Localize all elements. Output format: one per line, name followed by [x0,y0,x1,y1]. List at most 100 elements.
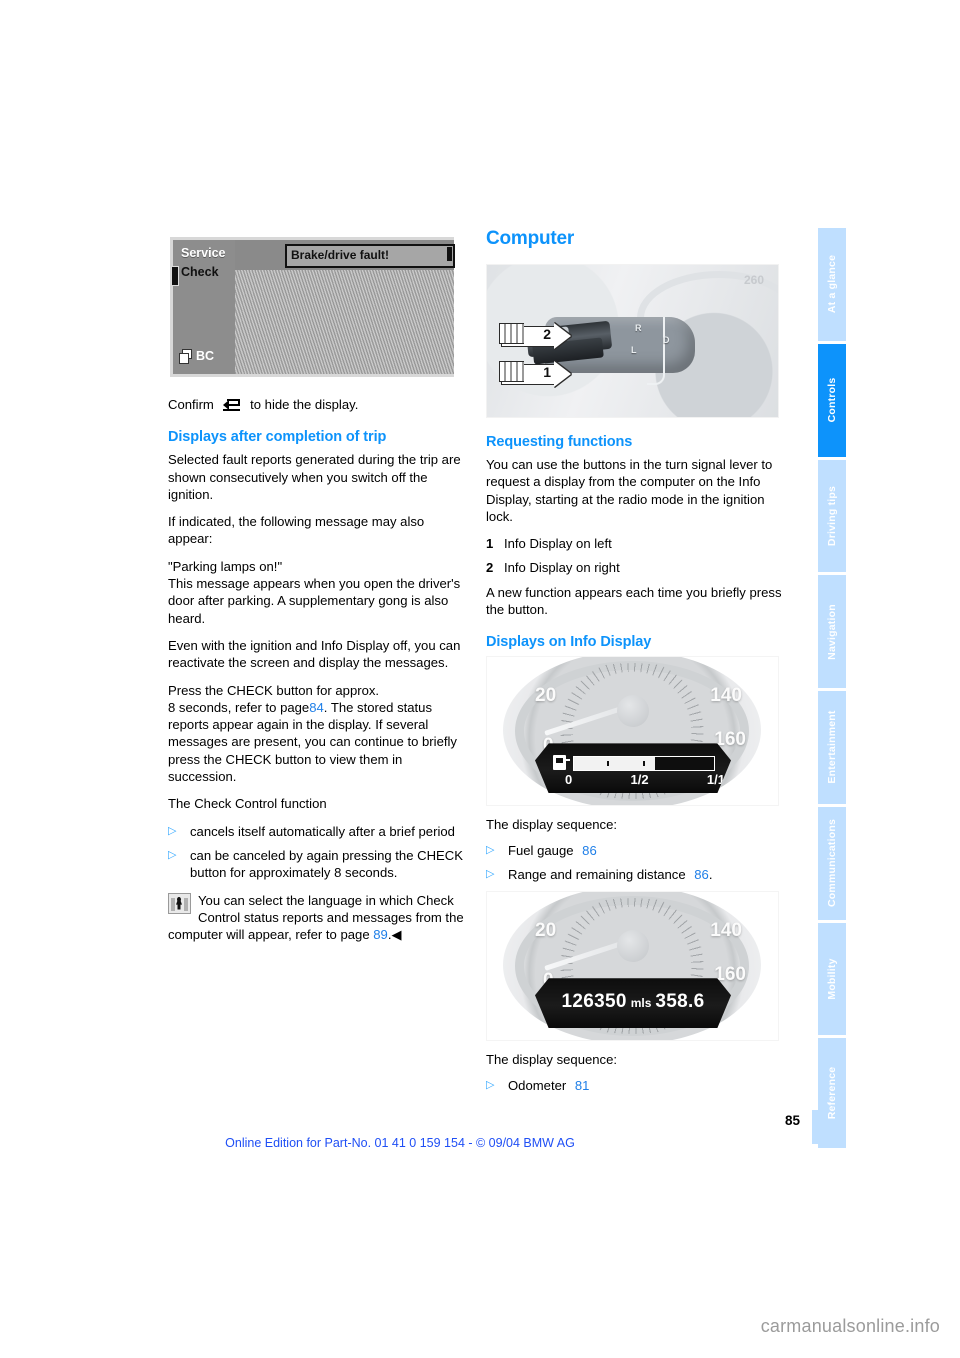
heading-requesting-functions: Requesting functions [486,434,633,450]
screen-service-label: Service [181,246,226,260]
sidebar-tab-label: Communications [826,819,838,908]
note-language-selection: You can select the language in which Che… [168,892,464,944]
screen-check-cursor [171,266,179,286]
paragraph-parking-lamps: "Parking lamps on!" This message appears… [168,558,461,626]
paragraph-press-check: Press the CHECK button for approx. 8 sec… [168,682,464,786]
press-check-line1: Press the CHECK button for approx. [168,682,380,698]
sidebar-tab-label: At a glance [826,255,838,314]
callout-1-label: 1 [543,364,551,380]
numbered-item-1: 1 Info Display on left [486,535,782,552]
page-title: Computer [486,228,575,249]
sequence-tail: . [708,866,713,882]
screen-message-box: Brake/drive fault! [285,244,455,268]
paragraph-new-function: A new function appears each time you bri… [486,584,782,618]
note-text: You can select the language in which Che… [168,892,464,943]
section-tab-rail: At a glance Controls Driving tips Naviga… [818,228,846,1149]
instrument-cluster-fuel: 20 0 140 160 0 1/2 [486,656,779,807]
screen-check-label: Check [181,265,219,279]
fuel-scale-half: 1/2 [630,772,649,788]
site-watermark: carmanualsonline.info [760,1316,940,1336]
paragraph-even-with-ignition: Even with the ignition and Info Display … [168,637,461,671]
sidebar-tab-label: Reference [826,1066,838,1120]
figure-odometer-cluster: 20 0 140 160 126350mls358.6 [486,891,782,1042]
sidebar-tab-driving-tips[interactable]: Driving tips [818,459,846,573]
sequence-label: Fuel gauge [508,842,574,858]
sidebar-tab-communications[interactable]: Communications [818,806,846,920]
note-end-marker: .◀ [387,927,402,943]
page-ref-84[interactable]: 84 [309,700,324,715]
triangle-bullet-icon: ▷ [486,867,495,880]
figure-turn-signal-lever: 260 R L D 2 1 [486,264,782,418]
page-ref-86[interactable]: 86 [694,867,709,882]
sidebar-tab-label: Navigation [826,603,838,660]
label-display-sequence-2: The display sequence: [486,1052,618,1068]
bullet-item: ▷ can be canceled by again pressing the … [168,847,464,882]
left-text-column: Service Check BC Brake/drive fault! Conf… [168,232,464,943]
sidebar-tab-entertainment[interactable]: Entertainment [818,691,846,804]
marker-d: D [663,335,670,345]
sequence-item: ▷ Odometer 81 [486,1077,782,1094]
bullet-text: cancels itself automatically after a bri… [190,823,455,839]
callout-arrow-1: 1 [499,361,571,387]
sequence-item: ▷ Range and remaining distance 86. [486,866,782,883]
page-ref-86[interactable]: 86 [582,843,597,858]
triangle-bullet-icon: ▷ [486,1078,495,1091]
confirm-trailing-text: to hide the display. [250,397,359,412]
confirm-instruction: Confirm to hide the display. [168,396,464,413]
callout-arrow-2: 2 [499,323,571,349]
screen-scroll-indicator [447,247,452,261]
speedometer-mark: 260 [743,273,764,287]
sidebar-tab-label: Controls [826,377,838,423]
confirm-label: Confirm [168,397,214,412]
label-display-sequence-1: The display sequence: [486,817,618,833]
fuel-bar-tick [643,761,645,767]
fuel-scale-empty: 0 [565,772,573,788]
fuel-scale-row: 0 1/2 1/1 [565,772,725,787]
paragraph-if-indicated: If indicated, the following message may … [168,514,425,547]
sidebar-tab-controls[interactable]: Controls [818,343,846,457]
item-number: 2 [486,560,494,576]
item-text: Info Display on right [504,560,620,576]
right-text-column: Computer 260 R L D 2 1 Requesting functi… [486,228,782,1101]
fuel-level-bar [573,756,715,772]
footer-online-edition-note: Online Edition for Part-No. 01 41 0 159 … [225,1136,575,1150]
triangle-bullet-icon: ▷ [168,848,177,861]
sidebar-tab-mobility[interactable]: Mobility [818,922,846,1036]
figure-fuel-gauge-cluster: 20 0 140 160 0 1/2 [486,656,782,807]
item-text: Info Display on left [504,536,612,552]
sidebar-tab-label: Entertainment [826,710,838,784]
callout-2-label: 2 [543,326,551,342]
bullet-item: ▷ cancels itself automatically after a b… [168,823,464,840]
sidebar-tab-at-a-glance[interactable]: At a glance [818,228,846,341]
sequence-text: Fuel gauge 86 [508,842,782,859]
trip-value: 358.6 [655,991,705,1013]
sequence-text: Odometer 81 [508,1077,782,1094]
turn-signal-lever-illustration: 260 R L D 2 1 [486,264,779,418]
page-ref-81[interactable]: 81 [575,1078,590,1093]
fuel-bar-tick [607,761,609,767]
paragraph-selected-fault-reports: Selected fault reports generated during … [168,452,461,502]
item-number: 1 [486,536,494,552]
info-display-lcd: 0 1/2 1/1 [535,743,731,794]
page-ref-89[interactable]: 89 [373,927,388,942]
fuel-pump-icon [553,755,570,771]
sequence-label: Range and remaining distance [508,866,686,882]
check-control-screen: Service Check BC Brake/drive fault! [168,232,459,382]
lever-guide-line [647,317,665,385]
fuel-bar-tick [678,761,680,767]
screen-message-text: Brake/drive fault! [291,248,390,262]
person-pictogram-icon [168,892,191,914]
manual-page: At a glance Controls Driving tips Naviga… [0,0,960,1358]
sidebar-tab-reference[interactable]: Reference [818,1038,846,1149]
odometer-value: 126350 [561,991,627,1013]
speed-label-140: 140 [710,685,742,707]
triangle-bullet-icon: ▷ [486,843,495,856]
heading-displays-on-info-display: Displays on Info Display [486,634,652,651]
paragraph-requesting-functions: You can use the buttons in the turn sign… [486,457,773,524]
sidebar-tab-label: Driving tips [826,485,838,546]
marker-r: R [635,323,642,333]
screen-bc-label: BC [196,349,215,363]
sidebar-tab-label: Mobility [826,958,838,1000]
sidebar-tab-navigation[interactable]: Navigation [818,575,846,688]
odometer-unit: mls [630,996,652,1011]
